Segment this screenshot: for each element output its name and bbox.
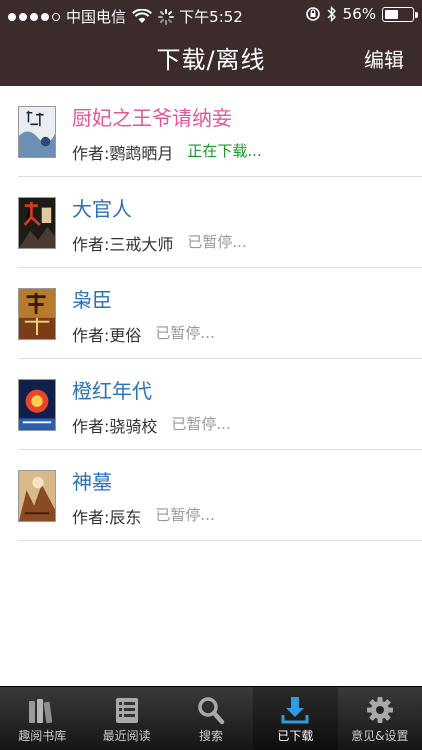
download-status: 已暂停...: [155, 506, 215, 524]
book-author: 作者:辰东: [72, 508, 142, 527]
divider: [18, 540, 422, 541]
tab-settings[interactable]: 意见&设置: [338, 687, 422, 750]
download-status: 已暂停...: [171, 415, 231, 433]
tab-recent[interactable]: 最近阅读: [84, 687, 168, 750]
rotation-lock-icon: [305, 7, 320, 21]
tab-downloaded[interactable]: 已下载: [253, 687, 338, 750]
status-right: 56%: [305, 5, 418, 23]
book-author: 作者:鹦鹉晒月: [72, 144, 174, 163]
download-icon: [281, 697, 309, 724]
book-cover-image: [18, 197, 56, 249]
gear-icon: [366, 697, 393, 723]
top-bar: 中国电信 下午5:52 56% 下载/离线 编辑: [0, 0, 422, 86]
book-cover-image: [18, 288, 56, 340]
magnifier-icon: [198, 697, 225, 725]
book-cover-image: [18, 379, 56, 431]
page-title: 下载/离线: [156, 46, 266, 74]
list-item[interactable]: 厨妃之王爷请纳妾 作者:鹦鹉晒月 正在下载...: [0, 86, 422, 177]
book-title: 神墓: [72, 470, 112, 494]
list-item[interactable]: 神墓 作者:辰东 已暂停...: [0, 450, 422, 541]
book-meta: 作者:更俗 已暂停...: [72, 322, 215, 346]
tab-label: 意见&设置: [351, 729, 409, 743]
book-cover-image: [18, 470, 56, 522]
book-meta: 作者:鹦鹉晒月 正在下载...: [72, 140, 262, 164]
book-author: 作者:骁骑校: [72, 417, 158, 436]
book-meta: 作者:三戒大师 已暂停...: [72, 231, 247, 255]
bookshelf-icon: [29, 699, 53, 724]
list-item[interactable]: 橙红年代 作者:骁骑校 已暂停...: [0, 359, 422, 450]
download-status: 已暂停...: [155, 324, 215, 342]
tab-label: 趣阅书库: [18, 729, 67, 743]
recent-list-icon: [115, 698, 138, 723]
tab-label: 最近阅读: [102, 729, 151, 743]
book-meta: 作者:骁骑校 已暂停...: [72, 413, 231, 437]
book-meta: 作者:辰东 已暂停...: [72, 504, 215, 528]
download-status: 正在下载...: [187, 142, 262, 160]
book-author: 作者:更俗: [72, 326, 142, 345]
book-title: 大官人: [72, 197, 132, 221]
book-title: 枭臣: [72, 288, 112, 312]
download-status: 已暂停...: [187, 233, 247, 251]
book-author: 作者:三戒大师: [72, 235, 174, 254]
tab-label: 搜索: [199, 729, 224, 743]
list-item[interactable]: 枭臣 作者:更俗 已暂停...: [0, 268, 422, 359]
bluetooth-icon: [327, 6, 336, 22]
download-list: 厨妃之王爷请纳妾 作者:鹦鹉晒月 正在下载... 大官人 作者:三戒大师 已暂停…: [0, 86, 422, 541]
book-cover-image: [18, 106, 56, 158]
tab-label: 已下载: [277, 729, 314, 743]
battery-icon: [382, 6, 418, 22]
tab-bookstore[interactable]: 趣阅书库: [0, 687, 84, 750]
tab-bar: 趣阅书库 最近阅读 搜索 已下载 意见&设置: [0, 686, 422, 750]
list-item[interactable]: 大官人 作者:三戒大师 已暂停...: [0, 177, 422, 268]
book-title: 橙红年代: [72, 379, 152, 403]
status-bar: 中国电信 下午5:52 56%: [0, 0, 422, 30]
tab-search[interactable]: 搜索: [169, 687, 253, 750]
battery-percent: 56%: [342, 5, 376, 23]
book-title: 厨妃之王爷请纳妾: [72, 106, 232, 130]
edit-button[interactable]: 编辑: [364, 44, 404, 73]
